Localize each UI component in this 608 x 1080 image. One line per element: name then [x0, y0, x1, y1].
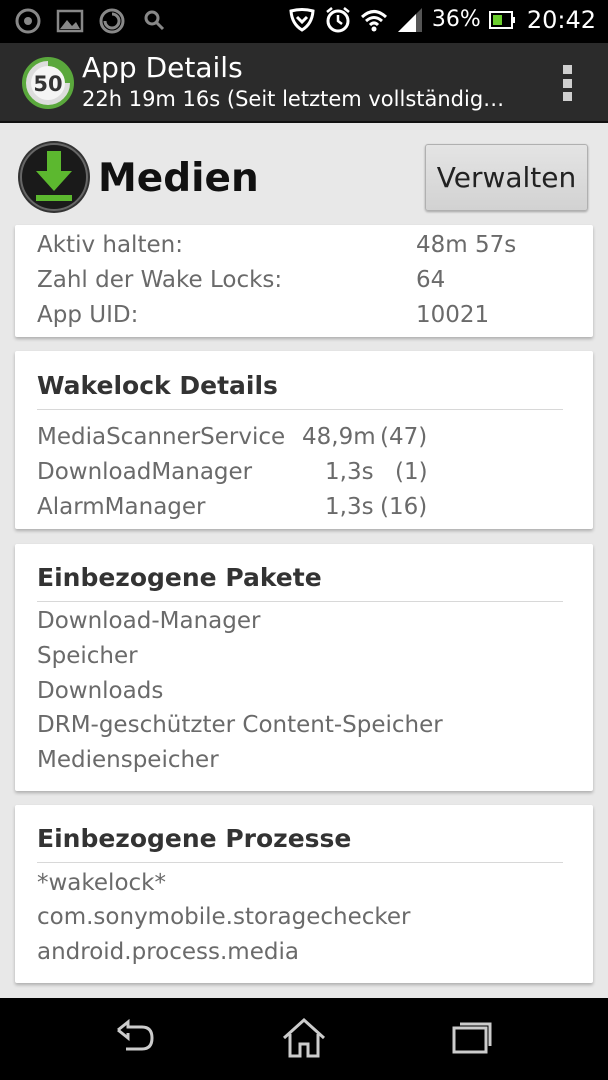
action-bar-subtitle: 22h 19m 16s (Seit letztem vollständig… — [82, 87, 505, 111]
summary-value: 64 — [416, 267, 446, 293]
package-item: Downloads — [37, 678, 164, 704]
packages-card: Einbezogene Pakete Download-Manager Spei… — [15, 544, 593, 791]
power-icon — [15, 8, 41, 34]
wakelock-count: (16) — [380, 494, 428, 520]
battery-percent: 36% — [431, 7, 481, 32]
divider — [37, 862, 563, 863]
app-name: Medien — [98, 156, 259, 201]
image-icon — [56, 9, 84, 33]
processes-title: Einbezogene Prozesse — [37, 824, 352, 853]
package-item: Download-Manager — [37, 608, 261, 634]
app-header: Medien Verwalten — [0, 125, 608, 225]
summary-label: Zahl der Wake Locks: — [37, 267, 283, 293]
wakelock-title: Wakelock Details — [37, 371, 278, 400]
summary-label: Aktiv halten: — [37, 232, 183, 258]
wakelock-name: DownloadManager — [37, 459, 253, 485]
download-icon — [18, 141, 90, 213]
wakelock-time: 1,3s — [325, 494, 374, 520]
summary-value: 10021 — [416, 302, 490, 328]
action-bar: 50 App Details 22h 19m 16s (Seit letztem… — [0, 43, 608, 123]
divider — [37, 601, 563, 602]
alarm-icon — [326, 7, 350, 33]
signal-icon — [397, 8, 422, 32]
package-item: DRM-geschützter Content-Speicher — [37, 712, 443, 738]
battery-icon — [488, 11, 515, 29]
packages-title: Einbezogene Pakete — [37, 563, 322, 592]
package-item: Speicher — [37, 643, 138, 669]
wakelock-name: AlarmManager — [37, 494, 206, 520]
wakelock-count: (47) — [380, 424, 428, 450]
search-icon — [144, 10, 165, 31]
process-item: com.sonymobile.storagechecker — [37, 904, 411, 930]
wifi-icon — [360, 10, 387, 32]
shield-icon — [289, 8, 315, 32]
status-bar: 36% 20:42 — [0, 0, 608, 43]
summary-card: Aktiv halten: 48m 57s Zahl der Wake Lock… — [15, 225, 593, 337]
back-icon[interactable] — [112, 1016, 160, 1060]
battery-badge-icon[interactable]: 50 — [22, 57, 74, 109]
action-bar-title: App Details — [82, 51, 243, 84]
wakelock-card: Wakelock Details MediaScannerService 48,… — [15, 351, 593, 529]
wakelock-name: MediaScannerService — [37, 424, 286, 450]
recent-apps-icon[interactable] — [448, 1016, 496, 1060]
process-item: *wakelock* — [37, 870, 166, 896]
wakelock-time: 48,9m — [302, 424, 376, 450]
sync-icon — [99, 8, 125, 34]
divider — [37, 409, 563, 410]
home-icon[interactable] — [280, 1016, 328, 1060]
svg-text:50: 50 — [33, 72, 62, 96]
wakelock-time: 1,3s — [325, 459, 374, 485]
package-item: Medienspeicher — [37, 747, 219, 773]
manage-button[interactable]: Verwalten — [425, 144, 588, 211]
process-item: android.process.media — [37, 939, 299, 965]
navigation-bar — [0, 998, 608, 1080]
wakelock-count: (1) — [395, 459, 428, 485]
processes-card: Einbezogene Prozesse *wakelock* com.sony… — [15, 805, 593, 983]
summary-value: 48m 57s — [416, 232, 517, 258]
summary-label: App UID: — [37, 302, 139, 328]
overflow-menu-icon[interactable] — [562, 65, 572, 101]
clock: 20:42 — [526, 6, 596, 34]
